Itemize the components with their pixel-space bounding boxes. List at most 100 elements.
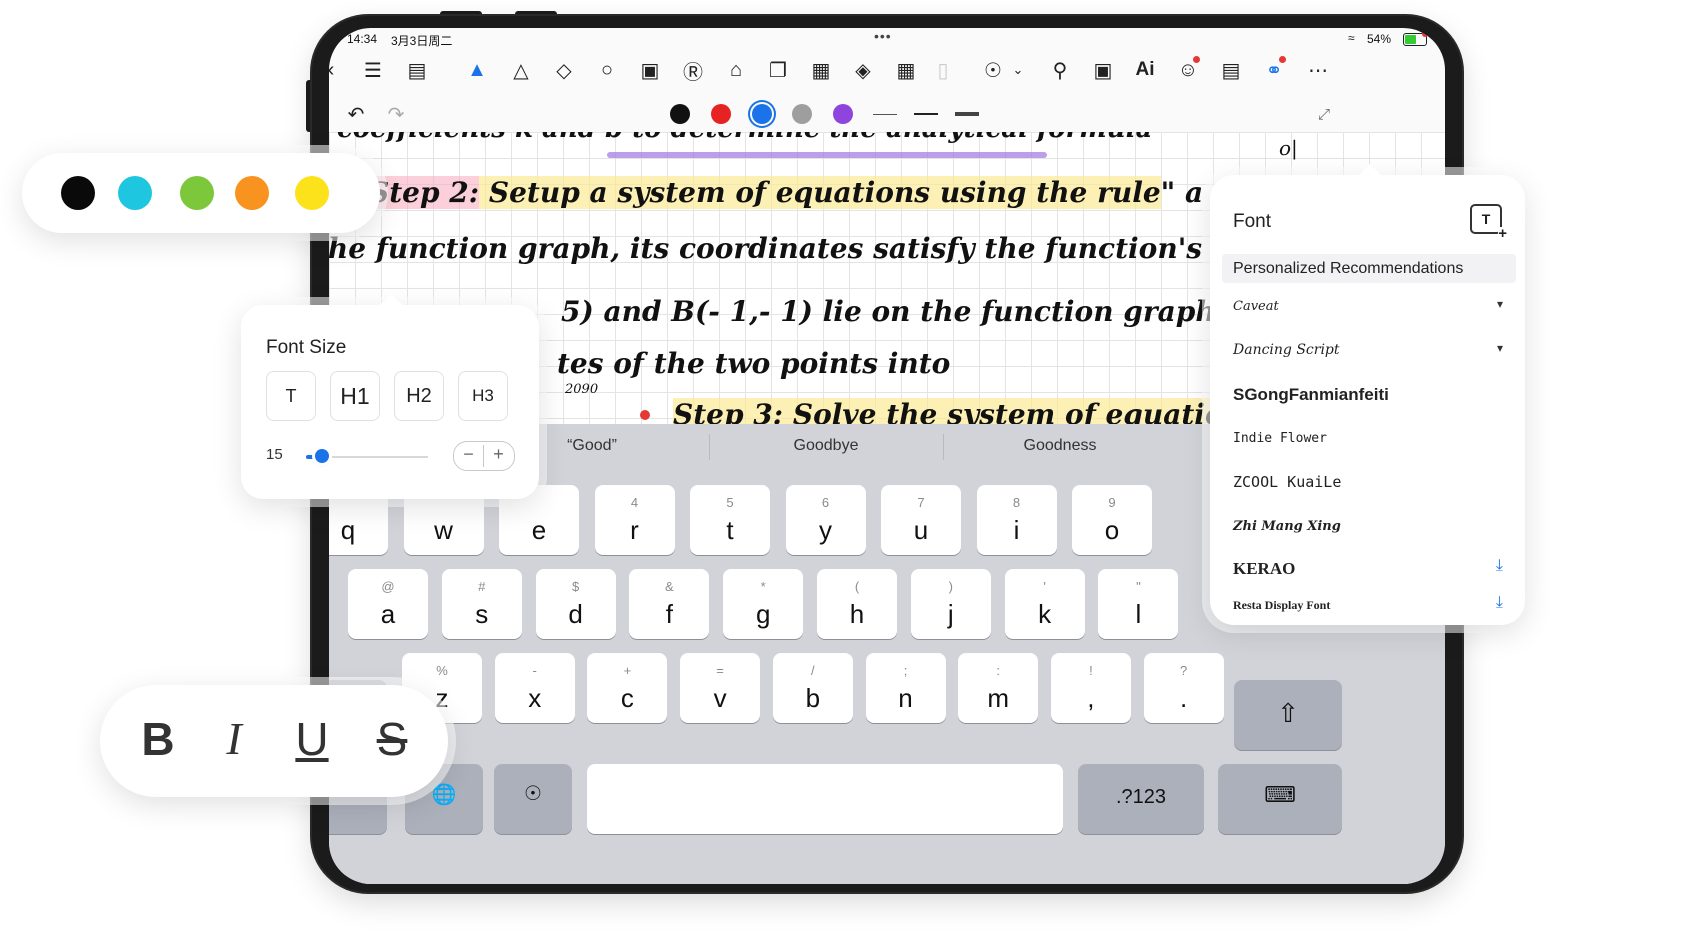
ruler-icon[interactable]: ◈ — [847, 52, 879, 88]
add-font-icon[interactable]: T — [1470, 204, 1508, 241]
more-icon[interactable]: ⋯ — [1302, 52, 1334, 88]
screen-icon[interactable]: ▣ — [1087, 52, 1119, 88]
eraser-icon[interactable]: ◇ — [548, 52, 580, 88]
ai-icon[interactable]: Ai — [1129, 52, 1161, 88]
key-f[interactable]: & f — [629, 569, 710, 639]
increase-button[interactable]: + — [484, 444, 513, 465]
font-option[interactable]: Dancing Script ▾ — [1233, 341, 1503, 359]
emoji-icon[interactable]: ☺ — [1172, 52, 1204, 88]
redo-icon[interactable]: ↷ — [380, 96, 412, 132]
thickness-medium[interactable] — [914, 113, 938, 115]
key-label: c — [620, 683, 634, 713]
download-icon[interactable]: ⤓ — [1496, 594, 1503, 612]
font-option[interactable]: KERAO ⤓ — [1233, 557, 1503, 579]
font-size-slider-knob[interactable] — [315, 449, 329, 463]
text-icon[interactable]: Ⓡ — [677, 52, 709, 88]
download-icon[interactable]: ⤓ — [1496, 557, 1503, 575]
thickness-thick[interactable] — [955, 112, 979, 116]
key-k[interactable]: ' k — [1004, 569, 1085, 639]
font-option[interactable]: Caveat ▾ — [1233, 297, 1503, 315]
sidebar-handle-icon[interactable]: | — [329, 96, 335, 132]
calculator-icon[interactable]: ▦ — [890, 52, 922, 88]
palette-color-yellow[interactable] — [295, 176, 329, 210]
thickness-thin[interactable] — [873, 114, 897, 115]
key-r[interactable]: 4r — [594, 485, 675, 555]
key-b[interactable]: / b — [772, 653, 853, 723]
palette-color-black[interactable] — [61, 176, 95, 210]
sticker-icon[interactable]: ❐ — [762, 52, 794, 88]
pen-color-purple[interactable] — [833, 104, 853, 124]
font-option[interactable]: SGongFanmianfeiti — [1233, 385, 1503, 405]
space-key[interactable] — [587, 764, 1063, 834]
key-n[interactable]: ; n — [865, 653, 946, 723]
pen-color-blue[interactable] — [752, 104, 772, 124]
key-label: h — [849, 599, 865, 629]
key-c[interactable]: + c — [587, 653, 668, 723]
decrease-button[interactable]: − — [454, 444, 483, 465]
highlighter-icon[interactable]: △ — [505, 52, 537, 88]
key-a[interactable]: @ a — [348, 569, 428, 639]
palette-color-orange[interactable] — [235, 176, 269, 210]
font-option[interactable]: Zhi Mang Xing — [1233, 517, 1503, 535]
key-y[interactable]: 6y — [785, 485, 866, 555]
key-m[interactable]: :m — [958, 653, 1039, 723]
key-secondary-label: ) — [948, 579, 953, 594]
bold-button[interactable]: B — [128, 709, 188, 769]
share-icon[interactable]: ⚭ — [1258, 52, 1290, 88]
font-option[interactable]: ZCOOL KuaiLe — [1233, 473, 1503, 492]
key-t[interactable]: 5t — [690, 485, 770, 555]
key-d[interactable]: $ d — [535, 569, 616, 639]
image-icon[interactable]: ▣ — [634, 52, 666, 88]
chevron-down-icon[interactable]: ▾ — [1497, 341, 1503, 355]
suggestion-item[interactable]: Goodness — [945, 437, 1175, 455]
shape-icon[interactable]: ⌂ — [720, 52, 752, 88]
pen-color-red[interactable] — [711, 104, 731, 124]
dictation-key[interactable]: ☉ — [494, 764, 572, 834]
key-o[interactable]: 9o — [1072, 485, 1152, 555]
suggestion-item[interactable]: Goodbye — [711, 437, 941, 455]
font-option[interactable]: Resta Display Font ⤓ — [1233, 594, 1503, 613]
italic-button[interactable]: I — [204, 709, 264, 769]
textbox-icon[interactable]: ▦ — [805, 52, 837, 88]
search-icon[interactable]: ⚲ — [1044, 52, 1076, 88]
list-icon[interactable]: ☰ — [357, 52, 389, 88]
font-size-text-button[interactable]: T — [266, 371, 316, 421]
font-size-h1-button[interactable]: H1 — [330, 371, 380, 421]
numbers-key[interactable]: .?123 — [1078, 764, 1204, 834]
font-panel-title: Font — [1233, 211, 1272, 232]
key-l[interactable]: " l — [1098, 569, 1179, 639]
font-size-h3-button[interactable]: H3 — [458, 371, 508, 421]
chevron-down-icon[interactable]: ⌄ — [1002, 52, 1034, 88]
multitask-dots[interactable]: ••• — [874, 28, 892, 44]
key-,[interactable]: !, — [1050, 653, 1131, 723]
key-.[interactable]: ?. — [1143, 653, 1224, 723]
key-v[interactable]: = v — [680, 653, 761, 723]
hide-keyboard-key[interactable]: ⌨ — [1218, 764, 1342, 834]
key-secondary-label: 7 — [917, 495, 925, 510]
palette-color-green[interactable] — [180, 176, 214, 210]
pen-icon[interactable]: ▲ — [461, 52, 493, 88]
key-u[interactable]: 7u — [881, 485, 961, 555]
strikethrough-button[interactable]: S — [362, 709, 422, 769]
key-x[interactable]: -x — [494, 653, 575, 723]
key-h[interactable]: (h — [817, 569, 897, 639]
undo-icon[interactable]: ↶ — [340, 96, 372, 132]
lasso-icon[interactable]: ○ — [591, 52, 623, 88]
underline-button[interactable]: U — [282, 709, 342, 769]
comment-icon[interactable]: ▤ — [1215, 52, 1247, 88]
key-j[interactable]: ) j — [910, 569, 991, 639]
pen-color-black[interactable] — [670, 104, 690, 124]
key-i[interactable]: 8i — [976, 485, 1057, 555]
key-g[interactable]: * g — [723, 569, 804, 639]
key-s[interactable]: # s — [441, 569, 522, 639]
palette-color-cyan[interactable] — [118, 176, 152, 210]
font-size-h2-button[interactable]: H2 — [394, 371, 444, 421]
outline-icon[interactable]: ▤ — [401, 52, 433, 88]
shift-key-right[interactable]: ⇧ — [1234, 680, 1342, 750]
pen-color-gray[interactable] — [792, 104, 812, 124]
chevron-down-icon[interactable]: ▾ — [1497, 297, 1503, 311]
font-option[interactable]: Indie Flower — [1233, 429, 1503, 447]
collapse-icon[interactable]: ⤢ — [1308, 96, 1340, 132]
note-line-1: coefficients k and b to determine the an… — [337, 132, 1152, 144]
back-icon[interactable]: ‹ — [329, 52, 347, 88]
